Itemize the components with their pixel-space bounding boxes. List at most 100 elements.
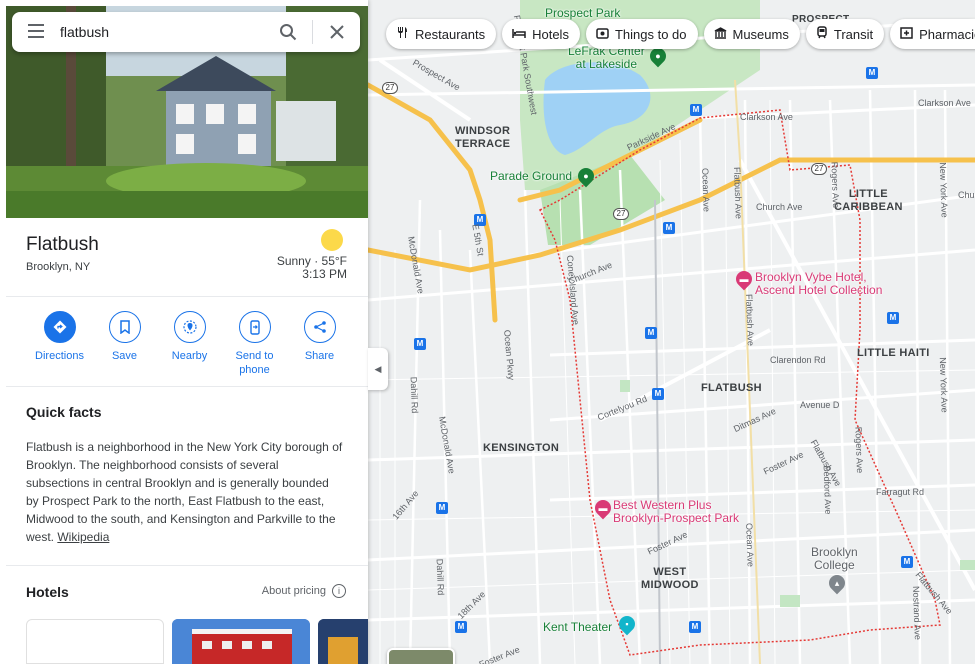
quick-facts-text: Flatbush is a neighborhood in the New Yo… [26, 440, 343, 544]
pharmacy-icon [900, 26, 913, 42]
bed-icon [512, 27, 526, 42]
action-label: Send to phone [235, 350, 274, 376]
place-subtitle: Brooklyn, NY [26, 261, 91, 273]
chip-label: Pharmacies [919, 26, 975, 42]
street-label: Ocean Ave [744, 522, 756, 568]
directions-icon [43, 311, 76, 343]
chip-hotels[interactable]: Hotels [502, 19, 580, 49]
nearby-icon [173, 311, 206, 343]
place-details-panel: Flatbush Brooklyn, NY Sunny · 55°F 3:13 … [0, 0, 368, 664]
divider [6, 565, 368, 566]
send-to-phone-icon [238, 311, 271, 343]
theater-pin-icon[interactable]: ▪ [615, 612, 639, 636]
street-label: Chu [958, 190, 975, 200]
chip-museums[interactable]: Museums [703, 19, 800, 49]
weather-time: 3:13 PM [302, 267, 347, 281]
action-buttons: Directions Save Nearby Send to phone Sha… [27, 311, 352, 377]
neighborhood-west-midwood: WEST MIDWOOD [641, 566, 699, 591]
save-button[interactable]: Save [92, 311, 157, 377]
neighborhood-kensington: KENSINGTON [483, 442, 560, 454]
quick-facts-heading: Quick facts [26, 404, 102, 420]
subway-station-icon[interactable]: M [652, 388, 664, 400]
street-label: Rogers Ave [829, 161, 841, 209]
subway-station-icon[interactable]: M [690, 104, 702, 116]
nearby-button[interactable]: Nearby [157, 311, 222, 377]
place-title: Flatbush [26, 234, 99, 255]
street-label: Church Ave [756, 202, 803, 212]
subway-station-icon[interactable]: M [901, 556, 913, 568]
street-label: Flatbush Ave [744, 293, 756, 347]
action-label: Share [304, 350, 335, 362]
divider [6, 386, 368, 387]
divider [6, 296, 368, 297]
chevron-left-icon: ◀ [374, 363, 382, 374]
about-pricing-label: About pricing [261, 585, 326, 597]
close-icon[interactable] [319, 12, 355, 52]
park-pin-icon[interactable]: ● [574, 164, 598, 188]
neighborhood-little-haiti: LITTLE HAITI [857, 347, 930, 359]
hotel-pin-icon[interactable]: ▬ [732, 267, 756, 291]
college-pin-icon[interactable]: ▴ [825, 571, 849, 595]
action-label: Directions [35, 350, 84, 362]
street-label: New York Ave [937, 357, 950, 413]
hotel-card[interactable] [26, 619, 164, 664]
camera-icon [596, 27, 609, 42]
poi-parade-ground[interactable]: Parade Ground [490, 170, 572, 183]
subway-station-icon[interactable]: M [866, 67, 878, 79]
search-input[interactable] [60, 24, 270, 40]
museum-icon [714, 26, 727, 42]
hotel-pin-icon[interactable]: ▬ [591, 496, 615, 520]
street-label: Avenue D [800, 400, 840, 410]
neighborhood-little-caribbean: LITTLE CARIBBEAN [834, 188, 903, 213]
sun-icon [321, 229, 343, 251]
hamburger-menu-icon[interactable] [12, 22, 60, 43]
subway-station-icon[interactable]: M [887, 312, 899, 324]
street-label: Clarkson Ave [740, 112, 793, 122]
directions-button[interactable]: Directions [27, 311, 92, 377]
street-label: Farragut Rd [876, 487, 925, 497]
chip-label: Transit [833, 26, 874, 42]
action-label: Nearby [171, 350, 208, 362]
street-label: Flatbush Ave [732, 166, 744, 220]
street-label: New York Ave [937, 162, 950, 218]
subway-station-icon[interactable]: M [663, 222, 675, 234]
search-divider [312, 20, 313, 44]
chip-things-to-do[interactable]: Things to do [585, 19, 698, 49]
weather-info: Sunny · 55°F 3:13 PM [277, 255, 347, 281]
hotel-card[interactable] [172, 619, 310, 664]
street-label: Clarendon Rd [770, 355, 826, 365]
search-icon[interactable] [270, 12, 306, 52]
category-chips: Restaurants Hotels Things to do Museums … [386, 19, 975, 49]
subway-station-icon[interactable]: M [689, 621, 701, 633]
collapse-panel-button[interactable]: ◀ [368, 348, 388, 390]
subway-station-icon[interactable]: M [455, 621, 467, 633]
chip-label: Restaurants [415, 26, 486, 42]
street-label: Clarkson Ave [918, 98, 971, 108]
chip-pharmacies[interactable]: Pharmacies [890, 19, 975, 49]
share-button[interactable]: Share [287, 311, 352, 377]
poi-brooklyn-vybe-hotel[interactable]: Brooklyn Vybe Hotel, Ascend Hotel Collec… [755, 271, 882, 297]
hotels-heading: Hotels [26, 584, 69, 600]
subway-station-icon[interactable]: M [414, 338, 426, 350]
fork-knife-icon [396, 26, 409, 42]
street-label: Nostrand Ave [911, 585, 923, 641]
layers-toggle[interactable] [387, 648, 455, 664]
chip-restaurants[interactable]: Restaurants [386, 19, 497, 49]
poi-brooklyn-college[interactable]: Brooklyn College [811, 546, 858, 572]
wikipedia-link[interactable]: Wikipedia [57, 530, 109, 544]
chip-label: Things to do [614, 26, 687, 42]
neighborhood-windsor-terrace: WINDSOR TERRACE [455, 125, 511, 150]
subway-station-icon[interactable]: M [436, 502, 448, 514]
chip-transit[interactable]: Transit [805, 19, 885, 49]
poi-best-western[interactable]: Best Western Plus Brooklyn-Prospect Park [613, 499, 739, 525]
send-to-phone-button[interactable]: Send to phone [222, 311, 287, 377]
subway-station-icon[interactable]: M [645, 327, 657, 339]
chip-label: Hotels [532, 26, 569, 42]
poi-kent-theater[interactable]: Kent Theater [543, 621, 612, 634]
street-label: Dahill Rd [408, 376, 420, 414]
street-label: Dahill Rd [434, 558, 446, 596]
about-pricing[interactable]: About pricing i [262, 584, 346, 598]
action-label: Save [111, 350, 138, 362]
neighborhood-flatbush: FLATBUSH [701, 382, 762, 394]
hotel-card[interactable] [318, 619, 368, 664]
